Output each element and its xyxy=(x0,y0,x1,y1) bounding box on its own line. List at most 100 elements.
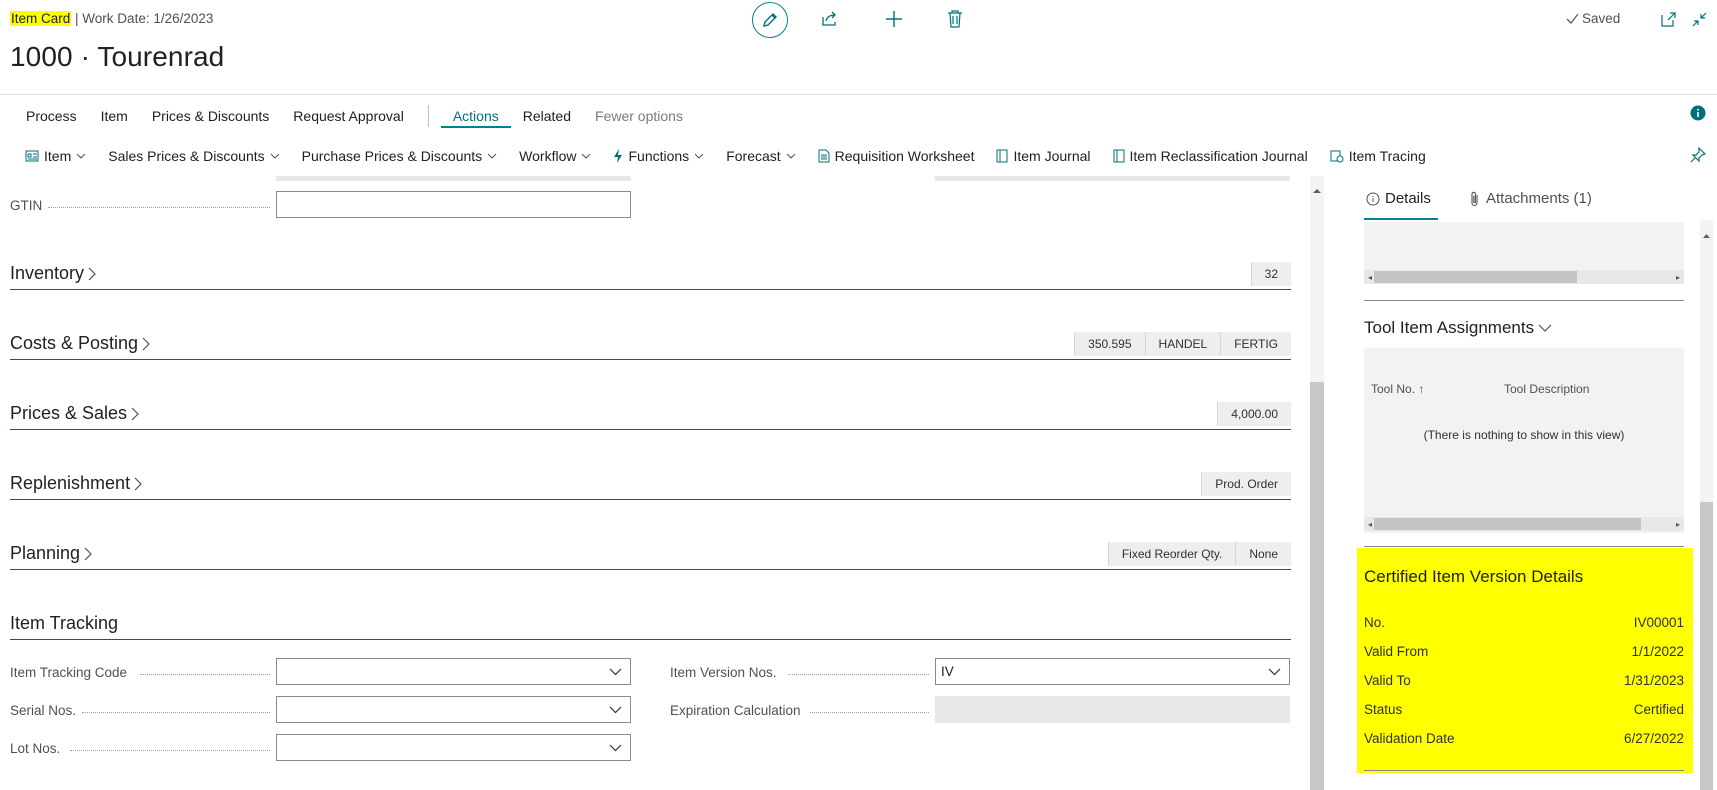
horizontal-scrollbar-thumb[interactable] xyxy=(1374,271,1578,283)
certified-row-valid-from: Valid From 1/1/2022 xyxy=(1364,637,1684,666)
chevron-down-icon xyxy=(581,153,591,159)
tracing-icon xyxy=(1330,149,1344,163)
lot-nos-label: Lot Nos. xyxy=(10,741,61,756)
item-card-icon xyxy=(25,149,39,163)
item-version-nos-label: Item Version Nos. xyxy=(670,665,777,680)
menu-actions[interactable]: Actions xyxy=(440,104,511,128)
item-version-nos-value: IV xyxy=(941,664,954,679)
section-divider xyxy=(10,359,1291,360)
journal-icon xyxy=(996,149,1008,163)
expiration-calc-label: Expiration Calculation xyxy=(670,703,801,718)
dotted-leader xyxy=(810,712,929,713)
section-prices-header[interactable]: Prices & Sales xyxy=(10,403,140,424)
scroll-up-arrow-icon[interactable] xyxy=(1312,181,1322,199)
factbox-tab-attachments-label: Attachments (1) xyxy=(1486,190,1592,207)
action-item[interactable]: Item xyxy=(14,144,97,168)
section-divider xyxy=(10,639,1291,640)
worksheet-icon xyxy=(818,149,830,163)
delete-button[interactable] xyxy=(938,2,972,36)
factbox-divider xyxy=(1364,300,1684,301)
action-item-reclass-journal[interactable]: Item Reclassification Journal xyxy=(1102,144,1319,168)
chevron-right-icon xyxy=(134,477,142,490)
action-purchase-prices[interactable]: Purchase Prices & Discounts xyxy=(291,144,509,168)
factbox-scrollbar-thumb[interactable] xyxy=(1700,502,1713,790)
share-button[interactable] xyxy=(813,2,847,36)
section-planning-header[interactable]: Planning xyxy=(10,543,93,564)
menu-prices-discounts[interactable]: Prices & Discounts xyxy=(140,104,281,128)
tool-description-column-header[interactable]: Tool Description xyxy=(1504,382,1589,396)
collapse-icon xyxy=(1692,12,1706,26)
factbox-tab-details-label: Details xyxy=(1385,190,1431,207)
dotted-leader xyxy=(140,674,270,675)
row-value: Certified xyxy=(1633,702,1684,717)
saved-label: Saved xyxy=(1582,11,1621,26)
action-functions[interactable]: Functions xyxy=(602,144,715,168)
action-forecast[interactable]: Forecast xyxy=(715,144,806,168)
horizontal-scrollbar[interactable]: ◂ ▸ xyxy=(1364,270,1684,284)
badge: Fixed Reorder Qty. xyxy=(1107,542,1236,566)
action-sales-prices[interactable]: Sales Prices & Discounts xyxy=(97,144,290,168)
badge: Prod. Order xyxy=(1201,472,1291,496)
section-inventory-header[interactable]: Inventory xyxy=(10,263,97,284)
action-workflow[interactable]: Workflow xyxy=(508,144,602,168)
pin-icon xyxy=(1690,146,1707,163)
menu-request-approval[interactable]: Request Approval xyxy=(281,104,416,128)
section-replenishment-header[interactable]: Replenishment xyxy=(10,473,143,494)
factbox-tab-details[interactable]: Details xyxy=(1366,190,1431,207)
factbox-tab-attachments[interactable]: Attachments (1) xyxy=(1470,190,1592,207)
open-new-window-button[interactable] xyxy=(1651,2,1685,36)
gtin-input[interactable] xyxy=(276,191,631,218)
empty-list-message: (There is nothing to show in this view) xyxy=(1423,428,1625,442)
action-bar-actions: Item Sales Prices & Discounts Purchase P… xyxy=(14,144,1437,168)
scroll-left-arrow-icon[interactable]: ◂ xyxy=(1368,273,1372,282)
edit-icon xyxy=(763,13,777,27)
chevron-down-icon xyxy=(609,706,622,713)
menu-item[interactable]: Item xyxy=(89,104,140,128)
collapse-button[interactable] xyxy=(1682,2,1716,36)
tool-assignments-header[interactable]: Tool Item Assignments xyxy=(1364,318,1552,338)
certified-version-rows: No. IV00001 Valid From 1/1/2022 Valid To… xyxy=(1364,608,1684,753)
scroll-up-arrow-icon[interactable] xyxy=(1702,226,1711,244)
chevron-right-icon xyxy=(84,547,92,560)
menu-fewer-options[interactable]: Fewer options xyxy=(583,104,695,128)
chevron-down-icon xyxy=(609,668,622,675)
section-costs-header[interactable]: Costs & Posting xyxy=(10,333,151,354)
section-divider xyxy=(10,429,1291,430)
chevron-down-icon xyxy=(270,153,280,159)
work-date-label: | Work Date: 1/26/2023 xyxy=(75,11,214,26)
info-button[interactable] xyxy=(1690,105,1706,126)
serial-nos-select[interactable] xyxy=(276,696,631,723)
edit-button[interactable] xyxy=(752,2,788,38)
menu-related[interactable]: Related xyxy=(511,104,583,128)
horizontal-scrollbar[interactable]: ◂ ▸ xyxy=(1364,517,1684,531)
badge: 32 xyxy=(1250,262,1291,286)
lot-nos-select[interactable] xyxy=(276,734,631,761)
item-version-nos-select[interactable]: IV xyxy=(935,658,1290,685)
share-icon xyxy=(822,11,836,26)
main-scrollbar-thumb[interactable] xyxy=(1310,382,1324,790)
menu-process[interactable]: Process xyxy=(14,104,89,128)
chevron-down-icon xyxy=(786,153,796,159)
dotted-leader xyxy=(48,207,270,208)
gtin-label: GTIN xyxy=(10,198,43,213)
action-requisition-worksheet[interactable]: Requisition Worksheet xyxy=(807,144,986,168)
action-item-tracing[interactable]: Item Tracing xyxy=(1319,144,1437,168)
tool-no-column-header[interactable]: Tool No. ↑ xyxy=(1371,382,1424,396)
action-requisition-worksheet-label: Requisition Worksheet xyxy=(834,148,975,164)
action-item-journal[interactable]: Item Journal xyxy=(985,144,1101,168)
certified-row-valid-to: Valid To 1/31/2023 xyxy=(1364,666,1684,695)
chevron-down-icon xyxy=(487,153,497,159)
section-item-tracking-header[interactable]: Item Tracking xyxy=(10,613,118,634)
horizontal-scrollbar-thumb[interactable] xyxy=(1374,518,1642,530)
new-button[interactable] xyxy=(877,2,911,36)
scroll-right-arrow-icon[interactable]: ▸ xyxy=(1676,273,1680,282)
certified-version-title: Certified Item Version Details xyxy=(1364,567,1584,586)
row-label: Valid To xyxy=(1364,673,1411,688)
section-divider xyxy=(10,569,1291,570)
pin-button[interactable] xyxy=(1690,146,1707,168)
scroll-right-arrow-icon[interactable]: ▸ xyxy=(1676,520,1680,529)
scroll-left-arrow-icon[interactable]: ◂ xyxy=(1368,520,1372,529)
section-prices-title: Prices & Sales xyxy=(10,403,128,423)
item-tracking-code-select[interactable] xyxy=(276,658,631,685)
lightning-icon xyxy=(613,149,623,163)
